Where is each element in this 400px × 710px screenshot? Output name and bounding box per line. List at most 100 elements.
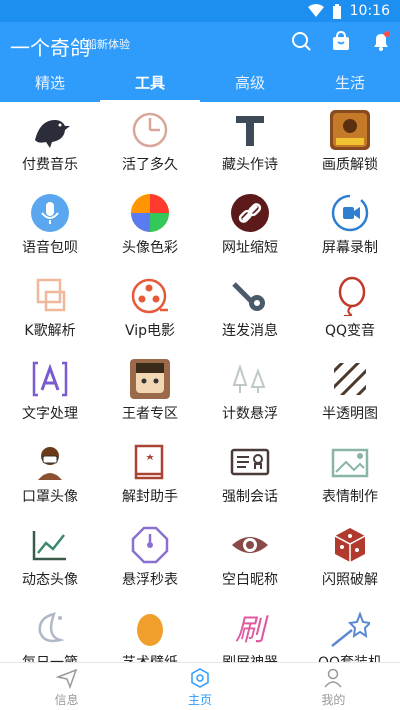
pie-timer-icon	[132, 112, 168, 148]
trees-icon	[232, 363, 266, 393]
tool-item[interactable]: 动态头像	[0, 517, 100, 599]
tool-label: 半透明图	[322, 406, 378, 422]
app-subtitle: 船新体验	[86, 38, 130, 51]
tool-item[interactable]: 刷刷屏神器	[200, 600, 300, 662]
tool-item[interactable]: 计数悬浮	[200, 351, 300, 433]
app-header: 一个奇鸽 船新体验 精选 工具 高级 生活	[0, 22, 400, 102]
tool-label: 表情制作	[322, 489, 378, 505]
tool-item[interactable]: QQ套装机	[300, 600, 400, 662]
mask-person-icon	[38, 447, 62, 480]
tool-item[interactable]: 表情制作	[300, 434, 400, 516]
tool-label: K歌解析	[24, 323, 76, 339]
egg-icon	[137, 614, 163, 646]
tool-grid: 付费音乐 活了多久 藏头作诗 画质解锁语音包呗 头像色彩 网址缩短 屏幕录制 K歌解析 Vip电…	[0, 102, 400, 662]
tab-tools[interactable]: 工具	[100, 68, 200, 102]
tool-item[interactable]: 活了多久	[100, 102, 200, 184]
hero-avatar-icon	[130, 359, 170, 399]
wifi-icon	[307, 4, 324, 17]
tool-item[interactable]: 闪照破解	[300, 517, 400, 599]
picture-icon	[331, 448, 369, 478]
tool-label: QQ套装机	[300, 652, 400, 662]
tool-label: 闪照破解	[322, 572, 378, 588]
bottom-nav: 信息 主页 我的	[0, 662, 400, 710]
tool-label: 计数悬浮	[222, 406, 278, 422]
balloon-icon	[338, 276, 366, 316]
tool-item[interactable]: 强制会话	[200, 434, 300, 516]
tool-label: QQ变音	[324, 323, 376, 339]
tool-label: 付费音乐	[22, 157, 78, 173]
tool-label: 屏幕录制	[322, 240, 378, 256]
tool-item[interactable]: 屏幕录制	[300, 185, 400, 267]
tool-label: 头像色彩	[122, 240, 178, 256]
line-chart-icon	[32, 531, 66, 561]
svg-text:刷: 刷	[235, 613, 269, 648]
nav-profile[interactable]: 我的	[267, 663, 400, 710]
tool-item[interactable]: 悬浮秒表	[100, 517, 200, 599]
shooting-star-icon	[331, 611, 370, 647]
tool-label: 空白昵称	[222, 572, 278, 588]
nav-messages-label: 信息	[54, 693, 79, 707]
id-card-icon	[230, 448, 270, 476]
tool-item[interactable]: QQ变音	[300, 268, 400, 350]
tool-item[interactable]: 王者专区	[100, 351, 200, 433]
eye-icon	[232, 537, 268, 553]
tool-label: 刷屏神器	[200, 652, 300, 662]
tool-item[interactable]: 头像色彩	[100, 185, 200, 267]
nav-home[interactable]: 主页	[133, 663, 266, 710]
tool-item[interactable]: Vip电影	[100, 268, 200, 350]
tool-label: 王者专区	[122, 406, 178, 422]
tool-item[interactable]: 语音包呗	[0, 185, 100, 267]
tool-label: 画质解锁	[322, 157, 378, 173]
tool-item[interactable]: 空白昵称	[200, 517, 300, 599]
shopping-bag-icon[interactable]	[330, 30, 352, 52]
tool-label: 文字处理	[22, 406, 78, 422]
text-t-icon	[236, 116, 264, 146]
tool-label: 藏头作诗	[222, 157, 278, 173]
nav-messages[interactable]: 信息	[0, 663, 133, 710]
tool-label: 网址缩短	[222, 240, 278, 256]
tab-advanced[interactable]: 高级	[200, 68, 300, 102]
tab-life[interactable]: 生活	[300, 68, 400, 102]
tool-item[interactable]: 画质解锁	[300, 102, 400, 184]
brush-text-icon: 刷	[235, 613, 269, 648]
bell-icon[interactable]	[370, 30, 392, 52]
tool-item[interactable]: 艺术壁纸	[100, 600, 200, 662]
home-hex-icon	[191, 668, 209, 688]
screen-record-icon	[331, 194, 369, 232]
text-a-icon	[32, 361, 68, 397]
tool-item[interactable]: 网址缩短	[200, 185, 300, 267]
user-icon	[324, 668, 342, 688]
tool-item[interactable]: 连发消息	[200, 268, 300, 350]
tool-item[interactable]: K歌解析	[0, 268, 100, 350]
tool-item[interactable]: 解封助手	[100, 434, 200, 516]
tool-label: 艺术壁纸	[100, 652, 200, 662]
tool-label: 动态头像	[22, 572, 78, 588]
stripes-icon	[334, 363, 366, 395]
dice-icon	[334, 528, 366, 562]
tool-label: 语音包呗	[22, 240, 78, 256]
tool-item[interactable]: 口罩头像	[0, 434, 100, 516]
tool-label: 强制会话	[222, 489, 278, 505]
tool-item[interactable]: 每日一箴	[0, 600, 100, 662]
tool-item[interactable]: 藏头作诗	[200, 102, 300, 184]
status-bar: 10:16	[0, 0, 400, 22]
battery-icon	[332, 3, 341, 19]
tool-label: 口罩头像	[22, 489, 78, 505]
link-icon	[231, 194, 269, 232]
tab-featured[interactable]: 精选	[0, 68, 100, 102]
color-wheel-icon	[131, 194, 169, 232]
tool-item[interactable]: 付费音乐	[0, 102, 100, 184]
tool-item[interactable]: 半透明图	[300, 351, 400, 433]
nav-profile-label: 我的	[321, 693, 346, 707]
clock: 10:16	[349, 3, 390, 19]
search-icon[interactable]	[290, 30, 312, 52]
film-reel-icon	[131, 278, 168, 314]
moon-icon	[38, 612, 65, 643]
app-title: 一个奇鸽	[10, 36, 90, 60]
crop-icon	[36, 278, 66, 312]
tool-item[interactable]: 文字处理	[0, 351, 100, 433]
microphone-icon	[31, 194, 69, 232]
tool-label: 每日一箴	[0, 652, 100, 662]
tool-label: Vip电影	[124, 323, 176, 339]
wrench-gear-icon	[232, 282, 265, 311]
